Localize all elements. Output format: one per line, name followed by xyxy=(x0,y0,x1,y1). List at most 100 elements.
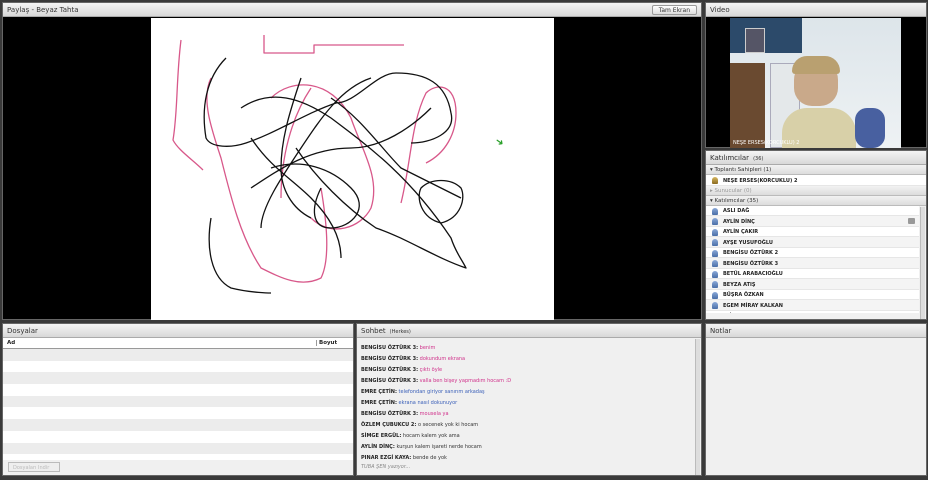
chat-text: kurşun kalem işareti nerde hocam xyxy=(396,444,482,450)
participant-name: ASLI DAĞ xyxy=(723,208,750,214)
chat-sender: BENGİSU ÖZTÜRK 3: xyxy=(361,378,419,384)
files-column-headers: Ad Boyut xyxy=(3,338,353,349)
chat-sender: AYLİN DİNÇ: xyxy=(361,444,395,450)
chat-sender: BENGİSU ÖZTÜRK 3: xyxy=(361,345,419,351)
files-list xyxy=(3,349,353,461)
video-title: Video xyxy=(710,6,730,14)
chat-sender: BENGİSU ÖZTÜRK 3: xyxy=(361,356,419,362)
participant-row[interactable]: AYLİN DİNÇ xyxy=(706,216,919,227)
chat-messages: BENGİSU ÖZTÜRK 3: benim BENGİSU ÖZTÜRK 3:… xyxy=(357,338,701,464)
participant-name: AYLİN DİNÇ xyxy=(723,218,755,225)
host-row[interactable]: NEŞE ERSES(KORCUKLU) 2 xyxy=(706,175,926,186)
participant-name: BENGİSU ÖZTÜRK 2 xyxy=(723,250,779,256)
participant-list: ASLI DAĞ AYLİN DİNÇ AYLİN ÇAKIR AYŞE YUSUFO… xyxy=(706,205,919,313)
chat-text: çıktı öyle xyxy=(419,367,443,373)
chat-message: AYLİN DİNÇ: kurşun kalem işareti nerde h… xyxy=(357,442,701,453)
user-icon xyxy=(712,302,718,309)
user-icon xyxy=(712,270,718,278)
presenters-section[interactable]: ▸ Sunucular (0) xyxy=(706,185,926,196)
notes-header: Notlar xyxy=(706,324,926,338)
user-icon xyxy=(712,239,718,246)
participant-row[interactable]: BETÜL ARABACIOĞLU xyxy=(706,268,919,279)
participant-row[interactable]: BENGİSU ÖZTÜRK 3 xyxy=(706,258,919,269)
chat-sender: EMRE ÇETİN: xyxy=(361,389,397,395)
host-name: NEŞE ERSES(KORCUKLU) 2 xyxy=(723,177,798,184)
participant-row[interactable]: BENGİSU ÖZTÜRK 2 xyxy=(706,247,919,258)
chat-sender: ÖZLEM ÇUBUKCU 2: xyxy=(361,422,417,428)
chat-text: ekrana nasıl dokunuyor xyxy=(398,400,458,406)
user-icon xyxy=(712,260,718,267)
hosts-section[interactable]: ▾ Toplantı Sahipleri (1) xyxy=(706,165,926,175)
chat-message: PINAR EZGİ KAYA: bende de yok xyxy=(357,453,701,464)
column-name[interactable]: Ad xyxy=(7,340,15,346)
chat-sender: PINAR EZGİ KAYA: xyxy=(361,455,412,461)
notes-pod: Notlar xyxy=(705,323,927,476)
whiteboard-canvas[interactable] xyxy=(151,18,554,320)
notes-title: Notlar xyxy=(710,327,732,335)
chat-header: Sohbet (Herkes) xyxy=(357,324,701,338)
participant-row[interactable]: ELİF ARI xyxy=(706,310,919,313)
user-icon xyxy=(712,281,718,288)
chat-text: mousela ya xyxy=(419,411,449,417)
status-icon xyxy=(908,218,915,224)
participant-row[interactable]: AYLİN ÇAKIR xyxy=(706,226,919,237)
participant-name: EGEM MİRAY KALKAN xyxy=(723,302,783,309)
participant-name: AYŞE YUSUFOĞLU xyxy=(723,239,773,246)
participant-name: AYLİN ÇAKIR xyxy=(723,229,759,235)
user-icon xyxy=(712,207,718,215)
user-icon xyxy=(712,249,718,257)
chat-text: o secenek yok ki hocam xyxy=(418,422,479,428)
typing-indicator: TUBA ŞEN yazıyor... xyxy=(361,464,411,470)
chat-text: bende de yok xyxy=(412,455,447,461)
chat-message: SİMGE ERGÜL: hocam kalem yok ama xyxy=(357,431,701,442)
attendees-header: Katılımcılar (36) xyxy=(706,151,926,165)
attendees-scrollbar[interactable] xyxy=(920,207,925,319)
participant-row[interactable]: EGEM MİRAY KALKAN xyxy=(706,300,919,311)
files-title: Dosyalar xyxy=(7,327,38,335)
chat-title: Sohbet xyxy=(361,327,386,335)
participant-row[interactable]: AYŞE YUSUFOĞLU xyxy=(706,237,919,248)
chat-scope: (Herkes) xyxy=(389,329,411,335)
chat-text: dokundum ekrana xyxy=(419,356,466,362)
chat-text: valla ben bişey yapmadım hocam :D xyxy=(419,378,512,384)
participant-row[interactable]: ASLI DAĞ xyxy=(706,205,919,216)
chat-message: ÖZLEM ÇUBUKCU 2: o secenek yok ki hocam xyxy=(357,420,701,431)
attendees-pod: Katılımcılar (36) ▾ Toplantı Sahipleri (1… xyxy=(705,150,927,320)
chat-message: BENGİSU ÖZTÜRK 3: çıktı öyle xyxy=(357,365,701,376)
fullscreen-button[interactable]: Tam Ekran xyxy=(651,5,697,15)
attendees-title: Katılımcılar xyxy=(710,154,750,162)
chat-message: EMRE ÇETİN: telefondan giriyor sanırım a… xyxy=(357,387,701,398)
download-files-button[interactable]: Dosyaları Indir xyxy=(8,462,60,472)
video-header: Video xyxy=(706,3,926,17)
chat-message: BENGİSU ÖZTÜRK 3: benim xyxy=(357,343,701,354)
black-strokes xyxy=(203,57,467,294)
user-icon xyxy=(712,228,718,236)
chat-sender: BENGİSU ÖZTÜRK 3: xyxy=(361,367,419,373)
host-user-icon xyxy=(712,177,718,184)
video-name-label: NEŞE ERSES(KORCUKLU) 2 xyxy=(733,140,800,146)
participant-row[interactable]: BÜŞRA ÖZKAN xyxy=(706,289,919,300)
chat-text: telefondan giriyor sanırım arkadaş xyxy=(398,389,485,395)
chat-sender: SİMGE ERGÜL: xyxy=(361,433,402,439)
whiteboard-drawing xyxy=(172,35,467,294)
files-header: Dosyalar xyxy=(3,324,353,338)
notes-area[interactable] xyxy=(706,338,926,475)
chat-pod: Sohbet (Herkes) BENGİSU ÖZTÜRK 3: benim BE… xyxy=(356,323,702,476)
share-pod: Paylaş - Beyaz Tahta Tam Ekran ➜ xyxy=(2,2,702,320)
attendees-count: (36) xyxy=(753,156,764,162)
column-size[interactable]: Boyut xyxy=(316,340,337,346)
chat-sender: BENGİSU ÖZTÜRK 3: xyxy=(361,411,419,417)
participant-name: BEYZA ATIŞ xyxy=(723,281,756,288)
participants-label: Katılımcılar (35) xyxy=(714,197,759,204)
participants-section[interactable]: ▾ Katılımcılar (35) xyxy=(706,195,926,206)
user-icon xyxy=(712,218,718,225)
chat-message: BENGİSU ÖZTÜRK 3: mousela ya xyxy=(357,409,701,420)
participant-name: BENGİSU ÖZTÜRK 3 xyxy=(723,260,779,267)
user-icon xyxy=(712,291,718,299)
presenters-label: Sunucular (0) xyxy=(714,187,752,194)
chat-scrollbar[interactable] xyxy=(695,339,700,475)
share-header: Paylaş - Beyaz Tahta Tam Ekran xyxy=(3,3,701,17)
chat-text: hocam kalem yok ama xyxy=(402,433,460,439)
participant-row[interactable]: BEYZA ATIŞ xyxy=(706,279,919,290)
participant-name: BETÜL ARABACIOĞLU xyxy=(723,271,783,277)
